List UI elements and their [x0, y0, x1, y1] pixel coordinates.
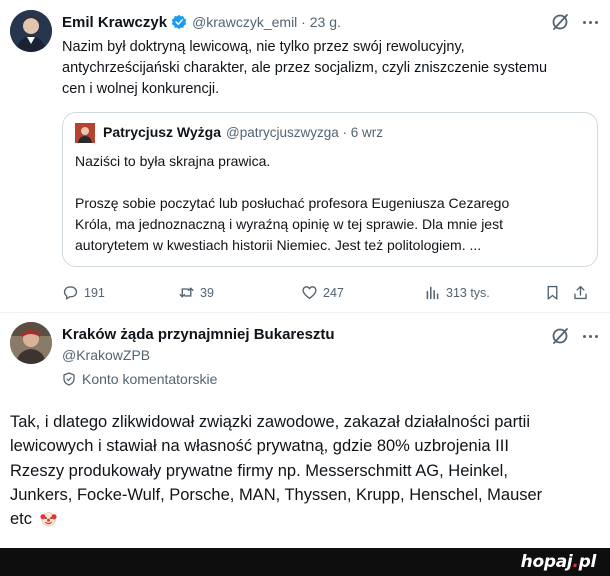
tweet-action-bar: 191 39 247 313 tys.	[62, 284, 602, 304]
reply-icon	[63, 286, 78, 300]
quoted-tweet-header: Patrycjusz Wyżga @patrycjuszwyzga · 6 wr…	[103, 124, 383, 140]
tweet-main[interactable]: Emil Krawczyk @krawczyk_emil · 23 g. Naz…	[0, 0, 610, 312]
quoted-text-line: autorytetem w kwestiach historii Niemiec…	[75, 237, 482, 253]
quoted-author-name[interactable]: Patrycjusz Wyżga	[103, 124, 221, 140]
tweet-text-line: antychrześcijański charakter, ale przez …	[62, 60, 548, 76]
reply-button[interactable]: 191	[62, 284, 105, 301]
grok-icon[interactable]	[550, 326, 570, 346]
watermark-bar: hopaj.pl	[0, 548, 610, 576]
bookmark-button[interactable]	[544, 284, 561, 301]
quoted-text-line: Króla, ma jednoznaczną i wyraźną opinię …	[75, 216, 503, 232]
grok-icon[interactable]	[550, 12, 570, 32]
tweet-text-line: cen i wolnej konkurencji.	[62, 81, 220, 97]
more-options-icon[interactable]	[583, 327, 601, 345]
repost-button[interactable]: 39	[178, 284, 214, 301]
quoted-tweet[interactable]: Patrycjusz Wyżga @patrycjuszwyzga · 6 wr…	[62, 112, 598, 267]
reply-author-name[interactable]: Kraków żąda przynajmniej Bukaresztu	[62, 326, 335, 343]
reply-text-line: Rzeszy produkowały prywatne firmy np. Me…	[10, 461, 508, 480]
repost-count: 39	[200, 285, 214, 300]
share-icon	[574, 285, 587, 300]
heart-icon	[302, 286, 317, 300]
more-options-icon[interactable]	[583, 13, 601, 31]
reply-text-line: etc	[10, 510, 33, 529]
reply-count: 191	[84, 285, 105, 300]
reply-text-last-line: etc	[10, 507, 600, 531]
repost-icon	[179, 287, 194, 298]
reply-text-line: lewicowych i stawiał na własność prywatn…	[10, 437, 509, 456]
views-count: 313 tys.	[446, 285, 490, 300]
quoted-tweet-text: Naziści to była skrajna prawica. Proszę …	[75, 151, 585, 256]
quoted-author-handle-and-time[interactable]: @patrycjuszwyzga · 6 wrz	[226, 125, 383, 140]
author-handle-and-time[interactable]: @krawczyk_emil · 23 g.	[192, 14, 341, 30]
person-avatar-icon	[10, 322, 52, 364]
verified-badge-icon	[171, 14, 187, 30]
hopaj-logo: hopaj.pl	[520, 552, 597, 572]
author-name[interactable]: Emil Krawczyk	[62, 14, 167, 31]
reply-author-handle[interactable]: @KrakowZPB	[62, 347, 150, 363]
person-avatar-icon	[10, 10, 52, 52]
account-type-badge: Konto komentatorskie	[62, 371, 217, 387]
views-chart-icon	[426, 286, 439, 300]
tweet-header: Emil Krawczyk @krawczyk_emil · 23 g.	[62, 12, 341, 32]
views-button[interactable]: 313 tys.	[424, 284, 490, 301]
divider	[0, 312, 610, 313]
account-type-label: Konto komentatorskie	[82, 371, 218, 387]
share-button[interactable]	[572, 284, 589, 301]
like-button[interactable]: 247	[301, 284, 344, 301]
avatar-emil-krawczyk[interactable]	[10, 10, 52, 52]
like-count: 247	[323, 285, 344, 300]
quoted-text-line: Naziści to była skrajna prawica.	[75, 153, 271, 169]
bookmark-icon	[547, 285, 558, 300]
person-avatar-icon	[75, 123, 95, 143]
tweet-text: Nazim był doktryną lewicową, nie tylko p…	[62, 37, 582, 100]
avatar-krakow[interactable]	[10, 322, 52, 364]
shield-icon	[63, 372, 75, 386]
reply-text-line: Junkers, Focke-Wulf, Porsche, MAN, Thyss…	[10, 485, 543, 504]
reply-header: Kraków żąda przynajmniej Bukaresztu	[62, 326, 335, 344]
quoted-author-avatar[interactable]	[75, 123, 95, 143]
quoted-text-line: Proszę sobie poczytać lub posłuchać prof…	[75, 195, 510, 211]
clown-face-icon	[40, 512, 57, 527]
reply-text-line: Tak, i dlatego zlikwidował związki zawod…	[10, 413, 530, 431]
tweet-text-line: Nazim był doktryną lewicową, nie tylko p…	[62, 39, 465, 55]
reply-text: Tak, i dlatego zlikwidował związki zawod…	[10, 410, 600, 531]
